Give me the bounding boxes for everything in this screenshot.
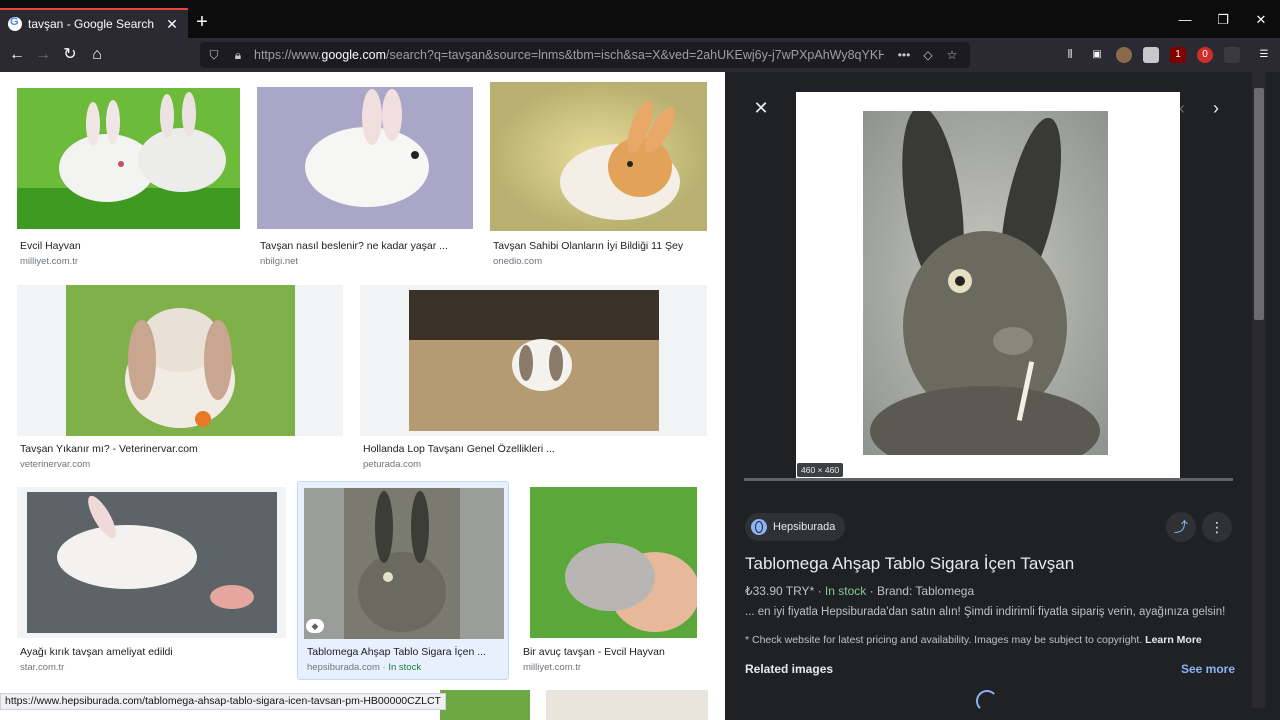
result-thumb-5[interactable]	[360, 285, 707, 436]
extension-2-icon[interactable]	[1224, 47, 1240, 63]
result-thumb-6[interactable]	[17, 487, 286, 638]
site-name: Hepsiburada	[773, 521, 836, 533]
preview-meta: ₺33.90 TRY* · In stock · Brand: Tablomeg…	[745, 584, 975, 598]
new-tab-button[interactable]: +	[192, 12, 212, 32]
close-tab-icon[interactable]: ✕	[164, 16, 180, 33]
browser-tab[interactable]: tavşan - Google Search ✕	[0, 8, 188, 38]
see-more-link[interactable]: See more	[1181, 662, 1235, 676]
nav-bar: ← → ↻ ⌂ ⛉ 🔒︎ https://www.google.com/sear…	[0, 38, 1280, 72]
minimize-icon[interactable]: —	[1175, 12, 1195, 27]
status-bar: https://www.hepsiburada.com/tablomega-ah…	[0, 693, 446, 710]
preview-description: ... en iyi fiyatla Hepsiburada'dan satın…	[745, 606, 1226, 618]
address-bar[interactable]: ⛉ 🔒︎ https://www.google.com/search?q=tav…	[200, 42, 970, 68]
loading-spinner-icon	[976, 690, 998, 712]
next-image-icon[interactable]: ›	[1205, 97, 1227, 119]
result-thumb-3[interactable]	[490, 82, 707, 231]
share-button[interactable]: ⤴	[1166, 512, 1196, 542]
more-options-button[interactable]: ⋮	[1202, 512, 1232, 542]
panel-scrollbar-thumb[interactable]	[1254, 88, 1264, 320]
pocket-icon[interactable]: ◇	[920, 47, 936, 63]
extension-icon[interactable]	[1143, 47, 1159, 63]
preview-title[interactable]: Tablomega Ahşap Tablo Sigara İçen Tavşan	[745, 554, 1074, 574]
result-thumb-8[interactable]	[530, 487, 697, 638]
injured-bunny-image	[27, 492, 277, 633]
bookmark-star-icon[interactable]: ☆	[944, 47, 960, 63]
preview-divider	[744, 478, 1233, 481]
result-caption-1[interactable]: Evcil Hayvan	[20, 240, 81, 252]
preview-image[interactable]	[863, 111, 1108, 455]
url-path: /search?q=tavşan&source=lnms&tbm=isch&sa…	[386, 48, 884, 62]
sidebar-icon[interactable]: ▣	[1089, 47, 1105, 63]
preview-brand: Brand: Tablomega	[876, 584, 975, 598]
bunny-in-hand-image	[530, 487, 697, 638]
result-stock-7: In stock	[388, 662, 422, 673]
result-source-4[interactable]: veterinervar.com	[20, 459, 90, 470]
close-preview-icon[interactable]: ✕	[750, 97, 772, 119]
preview-note: * Check website for latest pricing and a…	[745, 634, 1202, 646]
globe-icon	[751, 519, 767, 535]
result-thumb-10[interactable]	[546, 690, 708, 720]
preview-price: ₺33.90 TRY*	[745, 584, 815, 598]
result-source-5[interactable]: peturada.com	[363, 459, 421, 470]
google-favicon-icon	[8, 16, 22, 31]
result-caption-3[interactable]: Tavşan Sahibi Olanların İyi Bildiği 11 Ş…	[493, 240, 683, 252]
lop-bunny-grass-image	[66, 285, 295, 436]
tab-title: tavşan - Google Search	[28, 17, 155, 31]
result-thumb-9[interactable]	[440, 690, 530, 720]
library-icon[interactable]: ⫼	[1062, 47, 1078, 63]
url-domain: google.com	[321, 48, 387, 62]
copyright-note: * Check website for latest pricing and a…	[745, 634, 1143, 646]
tab-bar: tavşan - Google Search ✕ + — ❐ ✕	[0, 0, 1280, 38]
result-caption-2[interactable]: Tavşan nasıl beslenir? ne kadar yaşar ..…	[260, 240, 448, 252]
result-source-6[interactable]: star.com.tr	[20, 662, 64, 673]
related-images-heading: Related images	[745, 662, 834, 676]
back-button[interactable]: ←	[7, 45, 27, 65]
image-results: Evcil Hayvan milliyet.com.tr Tavşan nası…	[0, 72, 725, 720]
result-source-2[interactable]: nbilgi.net	[260, 256, 298, 267]
result-thumb-2[interactable]	[257, 87, 473, 229]
result-caption-8[interactable]: Bir avuç tavşan - Evcil Hayvan	[523, 646, 665, 658]
white-bunny-blanket-image	[257, 87, 473, 229]
ublock-badge: 1	[1175, 49, 1181, 60]
ublock-icon[interactable]: 1	[1170, 47, 1186, 63]
product-tag-icon: ◆	[306, 619, 324, 633]
url-text: https://www.google.com/search?q=tavşan&s…	[254, 48, 884, 62]
holland-lop-image	[409, 290, 659, 431]
result-caption-4[interactable]: Tavşan Yıkanır mı? - Veterinervar.com	[20, 443, 198, 455]
reload-button[interactable]: ↻	[60, 45, 80, 65]
site-chip[interactable]: Hepsiburada	[745, 513, 846, 541]
menu-icon[interactable]: ☰	[1256, 47, 1272, 63]
result-thumb-1[interactable]	[17, 88, 240, 229]
result-caption-6[interactable]: Ayağı kırık tavşan ameliyat edildi	[20, 646, 173, 658]
bunnies-grass-image	[17, 88, 240, 229]
blocker-icon[interactable]: 0	[1197, 47, 1213, 63]
result-source-7-site: hepsiburada.com	[307, 662, 380, 673]
result-source-7[interactable]: hepsiburada.com · In stock	[307, 662, 421, 673]
restore-icon[interactable]: ❐	[1213, 12, 1233, 28]
smoking-hare-image	[863, 111, 1108, 455]
result-caption-7[interactable]: Tablomega Ahşap Tablo Sigara İçen ...	[307, 646, 486, 658]
preview-stock: In stock	[824, 584, 867, 598]
account-avatar-icon[interactable]	[1116, 47, 1132, 63]
home-button[interactable]: ⌂	[87, 45, 107, 65]
orange-bunny-image	[490, 82, 707, 231]
url-prefix: https://www.	[254, 48, 322, 62]
forward-button[interactable]: →	[33, 45, 53, 65]
window-close-icon[interactable]: ✕	[1251, 12, 1271, 28]
result-source-1[interactable]: milliyet.com.tr	[20, 256, 78, 267]
lock-icon[interactable]: 🔒︎	[230, 47, 246, 63]
blocker-badge: 0	[1202, 49, 1208, 60]
shield-icon[interactable]: ⛉	[206, 47, 222, 63]
result-caption-5[interactable]: Hollanda Lop Tavşanı Genel Özellikleri .…	[363, 443, 555, 455]
result-source-8[interactable]: milliyet.com.tr	[523, 662, 581, 673]
dimensions-badge: 460 × 460	[797, 463, 844, 477]
result-thumb-4[interactable]	[17, 285, 343, 436]
page-actions-icon[interactable]: •••	[896, 47, 912, 63]
result-source-3[interactable]: onedio.com	[493, 256, 542, 267]
learn-more-link[interactable]: Learn More	[1145, 634, 1202, 646]
